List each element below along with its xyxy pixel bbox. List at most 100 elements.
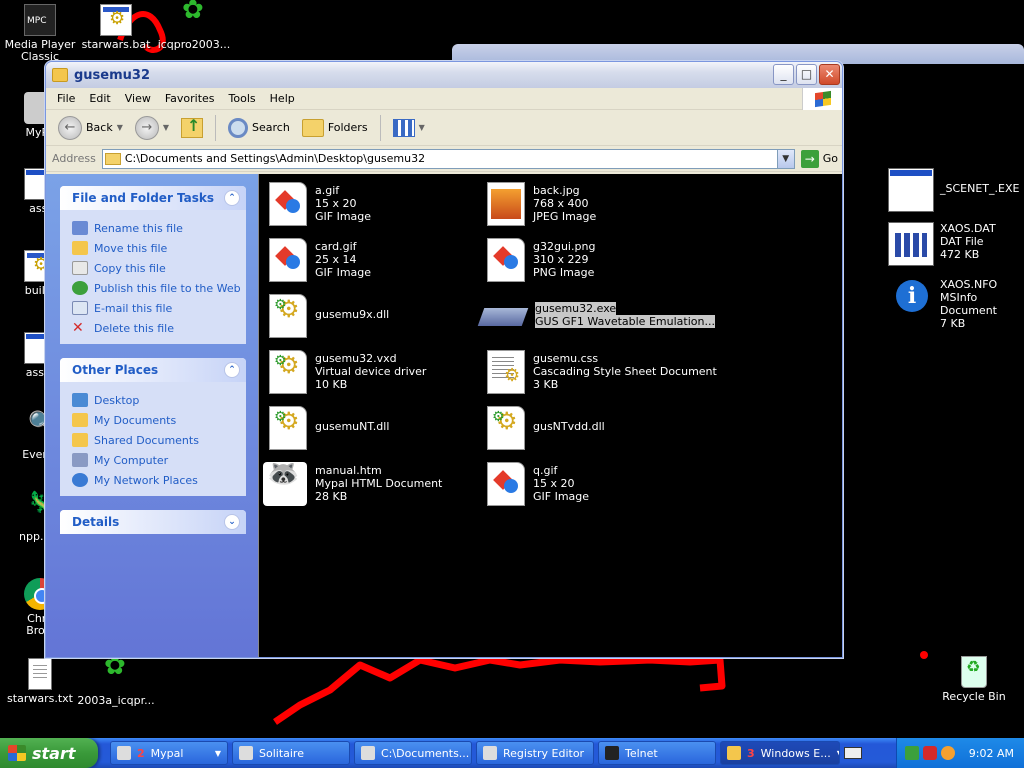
file-item[interactable]: gusemu32.vxdVirtual device driver10 KB bbox=[269, 350, 426, 394]
keyboard-icon[interactable] bbox=[844, 747, 862, 759]
copy-icon bbox=[72, 261, 88, 275]
gif-icon bbox=[269, 182, 307, 226]
taskbar-button-solitaire[interactable]: Solitaire bbox=[232, 741, 350, 765]
desktop-icon-icqpro[interactable]: icqpro2003... bbox=[154, 4, 234, 51]
taskbar-button-telnet[interactable]: Telnet bbox=[598, 741, 716, 765]
menu-view[interactable]: View bbox=[118, 92, 158, 105]
search-tray-icon[interactable] bbox=[941, 746, 955, 760]
menu-favorites[interactable]: Favorites bbox=[158, 92, 222, 105]
place-my-computer[interactable]: My Computer bbox=[72, 450, 246, 470]
task-email[interactable]: E-mail this file bbox=[72, 298, 246, 318]
up-button[interactable] bbox=[177, 116, 207, 140]
file-name: gusemu32.vxd bbox=[315, 352, 397, 365]
file-item[interactable]: gusemu.cssCascading Style Sheet Document… bbox=[487, 350, 717, 394]
file-item[interactable]: manual.htmMypal HTML Document28 KB bbox=[263, 462, 442, 506]
task-rename[interactable]: Rename this file bbox=[72, 218, 246, 238]
collapse-icon[interactable]: ⌃ bbox=[224, 190, 240, 206]
dll-icon bbox=[487, 406, 525, 450]
file-item-selected[interactable]: gusemu32.exe GUS GF1 Wavetable Emulation.… bbox=[481, 294, 715, 338]
collapse-icon[interactable]: ⌃ bbox=[224, 362, 240, 378]
network-tray-icon[interactable] bbox=[905, 746, 919, 760]
taskbar: start 2 Mypal ▼ Solitaire C:\Documents..… bbox=[0, 738, 1024, 768]
file-item[interactable]: card.gif 25 x 14 GIF Image bbox=[269, 238, 371, 282]
file-description: GUS GF1 Wavetable Emulation... bbox=[535, 315, 715, 328]
start-button[interactable]: start bbox=[0, 738, 98, 768]
menu-file[interactable]: File bbox=[50, 92, 82, 105]
file-item[interactable]: a.gif 15 x 20 GIF Image bbox=[269, 182, 371, 226]
file-type: GIF Image bbox=[533, 490, 590, 503]
file-item[interactable]: gusemu9x.dll bbox=[269, 294, 389, 338]
search-label: Search bbox=[252, 121, 290, 134]
file-item[interactable]: back.jpg 768 x 400 JPEG Image bbox=[487, 182, 596, 226]
folders-button[interactable]: Folders bbox=[298, 117, 372, 139]
file-name: XAOS.DAT bbox=[940, 222, 996, 235]
file-name: gusemu9x.dll bbox=[315, 308, 390, 321]
taskbar-button-documents[interactable]: C:\Documents... bbox=[354, 741, 472, 765]
file-name: back.jpg bbox=[533, 184, 580, 197]
rename-icon bbox=[72, 221, 88, 235]
desktop-icon-starwars-bat[interactable]: starwars.bat bbox=[76, 4, 156, 51]
move-icon bbox=[72, 241, 88, 255]
address-input[interactable]: C:\Documents and Settings\Admin\Desktop\… bbox=[101, 148, 795, 169]
desktop-icon-recycle-bin[interactable]: Recycle Bin bbox=[934, 656, 1014, 703]
task-delete[interactable]: ✕ Delete this file bbox=[72, 318, 246, 338]
bg-file-xaos-dat[interactable]: XAOS.DAT DAT File 472 KB bbox=[888, 222, 1024, 266]
clock[interactable]: 9:02 AM bbox=[969, 747, 1024, 760]
file-item[interactable]: q.gif 15 x 20 GIF Image bbox=[487, 462, 589, 506]
info-icon bbox=[888, 278, 934, 322]
views-button[interactable]: ▼ bbox=[389, 117, 429, 139]
menu-tools[interactable]: Tools bbox=[222, 92, 263, 105]
place-my-documents[interactable]: My Documents bbox=[72, 410, 246, 430]
task-copy[interactable]: Copy this file bbox=[72, 258, 246, 278]
file-type: Virtual device driver bbox=[315, 365, 427, 378]
file-item[interactable]: gusemuNT.dll bbox=[269, 406, 389, 450]
place-label: Shared Documents bbox=[94, 433, 199, 447]
place-label: My Documents bbox=[94, 413, 177, 427]
desktop-icon-starwars-txt[interactable]: starwars.txt bbox=[0, 658, 80, 705]
taskbar-button-mypal[interactable]: 2 Mypal ▼ bbox=[110, 741, 228, 765]
file-type: JPEG Image bbox=[533, 210, 597, 223]
menu-edit[interactable]: Edit bbox=[82, 92, 117, 105]
desktop-icon-label: Media Player Classic bbox=[4, 38, 76, 63]
task-publish[interactable]: Publish this file to the Web bbox=[72, 278, 246, 298]
taskbar-label: C:\Documents... bbox=[381, 746, 470, 760]
chevron-down-icon[interactable]: ▼ bbox=[163, 123, 169, 132]
expand-icon[interactable]: ⌄ bbox=[224, 514, 240, 530]
file-name: g32gui.png bbox=[533, 240, 596, 253]
go-button[interactable]: → Go bbox=[800, 149, 838, 168]
file-item[interactable]: gusNTvdd.dll bbox=[487, 406, 605, 450]
close-button[interactable]: ✕ bbox=[819, 64, 840, 85]
panel-header[interactable]: File and Folder Tasks ⌃ bbox=[60, 186, 246, 210]
exe-window-icon bbox=[888, 168, 934, 212]
place-network[interactable]: My Network Places bbox=[72, 470, 246, 490]
chevron-down-icon[interactable]: ▼ bbox=[117, 123, 123, 132]
back-button[interactable]: ← Back ▼ bbox=[54, 114, 127, 142]
minimize-button[interactable]: _ bbox=[773, 64, 794, 85]
network-icon bbox=[72, 473, 88, 487]
file-item[interactable]: g32gui.png 310 x 229 PNG Image bbox=[487, 238, 595, 282]
place-desktop[interactable]: Desktop bbox=[72, 390, 246, 410]
search-button[interactable]: Search bbox=[224, 116, 294, 140]
task-move[interactable]: Move this file bbox=[72, 238, 246, 258]
bg-file-xaos-nfo[interactable]: XAOS.NFO MSInfo Document 7 KB bbox=[888, 278, 1024, 330]
address-dropdown-button[interactable]: ▼ bbox=[776, 149, 794, 168]
file-dimensions: 15 x 20 bbox=[533, 477, 575, 490]
menu-bar: File Edit View Favorites Tools Help bbox=[46, 88, 842, 110]
window-titlebar[interactable]: gusemu32 _ □ ✕ bbox=[46, 62, 842, 88]
toolbar-separator bbox=[215, 114, 217, 141]
maximize-button[interactable]: □ bbox=[796, 64, 817, 85]
forward-button[interactable]: → ▼ bbox=[131, 114, 173, 142]
toolbar-separator bbox=[379, 114, 381, 141]
file-type: Cascading Style Sheet Document bbox=[533, 365, 717, 378]
taskbar-button-windows-explorer[interactable]: 3 Windows E... ▼ bbox=[720, 741, 840, 765]
bg-file-scenet[interactable]: _SCENET_.EXE bbox=[888, 168, 1024, 212]
menu-help[interactable]: Help bbox=[263, 92, 302, 105]
panel-header[interactable]: Other Places ⌃ bbox=[60, 358, 246, 382]
desktop-icon-icqpr[interactable]: 2003a_icqpr... bbox=[76, 660, 156, 707]
place-shared-documents[interactable]: Shared Documents bbox=[72, 430, 246, 450]
desktop-icon-media-player[interactable]: Media Player Classic bbox=[0, 4, 80, 63]
taskbar-button-registry-editor[interactable]: Registry Editor bbox=[476, 741, 594, 765]
shield-icon[interactable] bbox=[923, 746, 937, 760]
details-panel: Details ⌄ bbox=[60, 510, 246, 534]
panel-header[interactable]: Details ⌄ bbox=[60, 510, 246, 534]
